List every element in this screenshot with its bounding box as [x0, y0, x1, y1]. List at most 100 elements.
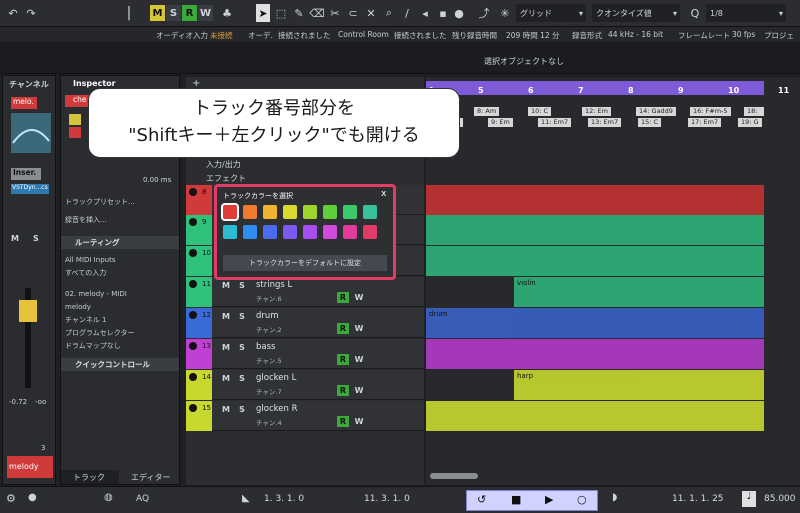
mute-tool-icon[interactable]: ✕ — [364, 4, 378, 22]
chord-event[interactable]: 15: C — [638, 118, 662, 127]
midi-input-select[interactable]: All MIDI Inputs — [65, 254, 175, 266]
plugin-slot[interactable]: VSTDyn...cs — [11, 184, 49, 194]
pre-insert-field[interactable]: 録音を挿入... — [65, 214, 175, 226]
record-enable-icon[interactable] — [189, 404, 197, 412]
track-read-button[interactable]: R — [337, 385, 349, 396]
color-swatch[interactable] — [221, 203, 239, 221]
solo-all-button[interactable]: S — [166, 5, 181, 21]
locator-left-icon[interactable]: ◣ — [242, 493, 250, 504]
play-tool-icon[interactable]: ◂ — [418, 4, 432, 22]
color-swatch[interactable] — [323, 225, 337, 239]
snap-icon[interactable]: ✳ — [496, 4, 514, 22]
color-swatch[interactable] — [343, 225, 357, 239]
record-mode-icon[interactable]: ● — [28, 492, 37, 503]
record-enable-icon[interactable] — [189, 218, 197, 226]
record-enable-icon[interactable] — [189, 311, 197, 319]
tab-track[interactable]: トラック — [61, 470, 119, 484]
tempo-value[interactable]: 85.000 — [764, 494, 796, 504]
track-write-button[interactable]: W — [353, 323, 365, 334]
track-read-button[interactable]: R — [337, 292, 349, 303]
horizontal-scrollbar[interactable] — [430, 473, 478, 479]
midi-output-select[interactable]: 02. melody - MIDI — [65, 288, 175, 300]
track-solo-button[interactable]: S — [236, 280, 248, 291]
color-swatch[interactable] — [283, 205, 297, 219]
range-tool-icon[interactable]: ⬚ — [274, 4, 288, 22]
track-row[interactable]: 15 M S glocken R チャン.4 R W — [186, 401, 424, 431]
track-name[interactable]: glocken R — [256, 404, 297, 414]
metronome-icon[interactable]: ◍ — [104, 492, 113, 503]
track-mute-button[interactable]: M — [220, 342, 232, 353]
quick-controls-section[interactable]: クイックコントロール — [61, 358, 179, 371]
record-enable-icon[interactable] — [189, 249, 197, 257]
midi-part[interactable] — [426, 339, 764, 369]
channel-select[interactable]: チャンネル 1 — [65, 314, 175, 326]
track-mute-button[interactable]: M — [220, 404, 232, 415]
undo-icon[interactable]: ↶ — [6, 4, 20, 22]
record-enable-icon[interactable] — [189, 373, 197, 381]
draw-tool-icon[interactable]: ✎ — [292, 4, 306, 22]
play-button[interactable]: ▶ — [545, 493, 553, 506]
color-palette-icon[interactable]: ▪ — [436, 4, 450, 22]
midi-part[interactable]: harp — [514, 370, 764, 400]
settings-icon[interactable]: ⚙ — [6, 492, 16, 505]
record-enable-icon[interactable] — [189, 188, 197, 196]
default-color-button[interactable]: トラックカラーをデフォルトに設定 — [223, 255, 387, 271]
eq-curve-display[interactable] — [11, 113, 51, 153]
grid-select[interactable]: グリッド ▾ — [516, 4, 586, 22]
track-write-button[interactable]: W — [353, 292, 365, 303]
track-mute-button[interactable]: M — [220, 311, 232, 322]
track-name[interactable]: strings L — [256, 280, 292, 290]
inspector-mute-button[interactable] — [69, 114, 81, 125]
aq-label[interactable]: AQ — [136, 494, 149, 504]
zoom-tool-icon[interactable]: ⌕ — [382, 4, 396, 22]
read-all-button[interactable]: R — [182, 5, 197, 21]
track-solo-button[interactable]: S — [236, 404, 248, 415]
glue-tool-icon[interactable]: ⊂ — [346, 4, 360, 22]
channel-name[interactable]: melo. — [11, 97, 37, 109]
track-write-button[interactable]: W — [353, 354, 365, 365]
track-row[interactable]: 12 M S drum チャン.2 R W — [186, 308, 424, 338]
midi-part[interactable] — [426, 215, 764, 245]
record-enable-icon[interactable] — [189, 280, 197, 288]
chord-event[interactable]: 9: Em — [488, 118, 513, 127]
track-solo-button[interactable]: S — [236, 373, 248, 384]
midi-part[interactable]: drum — [426, 308, 764, 338]
track-row[interactable]: 14 M S glocken L チャン.7 R W — [186, 370, 424, 400]
track-mute-button[interactable]: M — [220, 373, 232, 384]
melody-select[interactable]: melody — [65, 301, 175, 313]
color-swatch[interactable] — [283, 225, 297, 239]
quantize-value-select[interactable]: 1/8 ▾ — [706, 4, 786, 22]
split-tool-icon[interactable]: ✂ — [328, 4, 342, 22]
curve-icon[interactable]: ⤴ — [476, 4, 492, 22]
chord-event[interactable]: 17: Em7 — [688, 118, 722, 127]
chord-event[interactable]: 14: Gadd9 — [636, 107, 676, 116]
fader-handle[interactable] — [19, 300, 37, 322]
write-all-button[interactable]: W — [198, 5, 213, 21]
mute-all-button[interactable]: M — [150, 5, 165, 21]
color-swatch[interactable] — [363, 205, 377, 219]
track-mute-button[interactable]: M — [220, 280, 232, 291]
track-name[interactable]: glocken L — [256, 373, 296, 383]
track-read-button[interactable]: R — [337, 416, 349, 427]
chord-event[interactable]: 13: Em7 — [588, 118, 622, 127]
midi-part[interactable] — [426, 185, 764, 215]
channel-solo-button[interactable]: S — [33, 234, 45, 245]
color-swatch[interactable] — [263, 205, 277, 219]
color-swatch[interactable] — [263, 225, 277, 239]
color-swatch[interactable] — [243, 205, 257, 219]
drum-map-select[interactable]: ドラムマップなし — [65, 340, 175, 352]
chord-event[interactable]: 11: Em7 — [538, 118, 572, 127]
ruler[interactable]: 4567891011 — [426, 81, 789, 95]
right-locator-position[interactable]: 11. 3. 1. 0 — [364, 494, 410, 504]
comment-icon[interactable]: ● — [450, 4, 468, 22]
color-swatch[interactable] — [343, 205, 357, 219]
redo-icon[interactable]: ↷ — [24, 4, 38, 22]
track-row[interactable]: 13 M S bass チャン.5 R W — [186, 339, 424, 369]
chord-event[interactable]: 19: G — [738, 118, 762, 127]
channel-mute-button[interactable]: M — [11, 234, 23, 245]
inspector-record-button[interactable] — [69, 127, 81, 138]
color-swatch[interactable] — [363, 225, 377, 239]
tab-editor[interactable]: エディター — [119, 470, 179, 484]
track-read-button[interactable]: R — [337, 323, 349, 334]
chord-event[interactable]: 10: C — [528, 107, 552, 116]
